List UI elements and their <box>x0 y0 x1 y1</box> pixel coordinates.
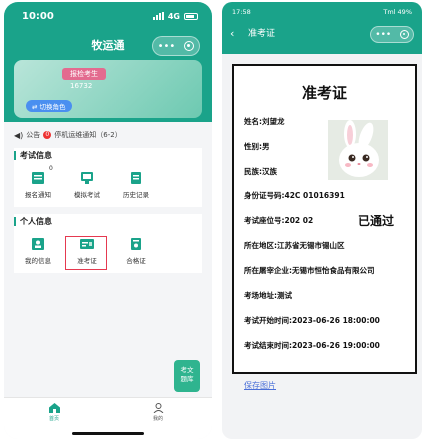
tab-mine[interactable]: 我的 <box>138 403 178 422</box>
admission-ticket-screen: 17:58 Tml 49% ‹ 准考证 ••• 准考证 姓名:刘望龙 性别:男 <box>222 2 422 439</box>
speaker-icon: ◀) <box>14 130 24 140</box>
checklist-icon <box>32 172 44 184</box>
miniapp-capsule[interactable]: ••• <box>370 26 414 43</box>
status-time: 10:00 <box>22 10 54 22</box>
home-screen: 10:00 4G 牧运通 ••• 报检考生 16732 ⇄ 切换角色 ◀) 公告… <box>4 2 212 439</box>
save-image-link[interactable]: 保存图片 <box>244 380 276 391</box>
personal-section-title: 个人信息 <box>14 214 202 229</box>
home-icon <box>48 403 60 413</box>
tab-home[interactable]: 首页 <box>34 403 74 422</box>
field-seat-number: 考试座位号:202 02 <box>244 216 314 225</box>
tab-bar: 首页 我的 <box>4 397 212 439</box>
user-id: 16732 <box>70 82 93 90</box>
signal-icon <box>152 12 164 20</box>
role-badge: 报检考生 <box>62 68 106 80</box>
field-ethnicity: 民族:汉族 <box>244 167 277 176</box>
notice-bar[interactable]: ◀) 公告 0 停机运维通知（6-2） <box>14 128 202 142</box>
question-bank-float-button[interactable]: 考文 题库 <box>174 360 200 392</box>
screenshot-canvas: 10:00 4G 牧运通 ••• 报检考生 16732 ⇄ 切换角色 ◀) 公告… <box>0 0 426 441</box>
notice-label: 公告 <box>26 131 41 139</box>
exam-badge: 0 <box>49 165 53 172</box>
status-bar: 10:00 4G <box>4 2 212 30</box>
app-header: 牧运通 ••• <box>4 36 212 56</box>
field-name: 姓名:刘望龙 <box>244 117 285 126</box>
exam-section-title: 考试信息 <box>14 148 202 163</box>
user-icon <box>153 403 163 414</box>
candidate-photo <box>328 120 388 180</box>
highlight-box <box>65 236 107 270</box>
status-time: 17:58 <box>232 8 251 16</box>
back-icon[interactable]: ‹ <box>230 26 234 42</box>
grid-item-history[interactable]: 历史记录 <box>116 172 156 199</box>
more-icon[interactable]: ••• <box>375 30 391 40</box>
rabbit-avatar-image <box>328 120 388 180</box>
status-bar: 17:58 Tml 49% <box>232 8 412 20</box>
miniapp-capsule[interactable]: ••• <box>152 36 200 56</box>
grid-item-register-notice[interactable]: 报名通知 <box>18 172 58 199</box>
notice-count-badge: 0 <box>43 131 52 139</box>
field-id-number: 身份证号码:42C 01016391 <box>244 191 345 200</box>
field-venue: 考场地址:测试 <box>244 291 292 300</box>
battery-icon <box>184 12 198 20</box>
personal-section-grid: 我的信息 准考证 合格证 <box>14 229 202 273</box>
field-gender: 性别:男 <box>244 142 270 151</box>
notice-text: 停机运维通知（6-2） <box>54 131 122 139</box>
field-company: 所在屠宰企业:无锡市恒怡食品有限公司 <box>244 266 375 275</box>
grid-item-mock-exam[interactable]: 模拟考试 <box>67 172 107 199</box>
admission-ticket-card: 准考证 姓名:刘望龙 性别:男 民族:汉族 身份证号码:42C 01016391… <box>232 64 417 374</box>
nav-bar: ‹ 准考证 ••• <box>222 24 422 46</box>
network-type: 4G <box>167 11 180 21</box>
close-miniapp-icon[interactable] <box>184 41 195 51</box>
certificate-icon <box>131 238 141 250</box>
field-start-time: 考试开始时间:2023-06-26 18:00:00 <box>244 316 380 325</box>
exam-section-grid: 0 报名通知 模拟考试 历史记录 <box>14 163 202 207</box>
page-title: 准考证 <box>248 29 276 39</box>
status-indicators: Tml 49% <box>383 8 412 16</box>
user-card: 报检考生 16732 ⇄ 切换角色 <box>14 60 202 118</box>
more-icon[interactable]: ••• <box>158 41 176 52</box>
pass-status: 已通过 <box>358 214 395 228</box>
monitor-icon <box>81 172 93 184</box>
field-end-time: 考试结束时间:2023-06-26 19:00:00 <box>244 341 380 350</box>
grid-item-my-info[interactable]: 我的信息 <box>18 238 58 265</box>
grid-item-certificate[interactable]: 合格证 <box>116 238 156 265</box>
document-icon <box>131 172 141 184</box>
ticket-title: 准考证 <box>301 84 347 102</box>
field-region: 所在地区:江苏省无锡市锡山区 <box>244 241 345 250</box>
close-miniapp-icon[interactable] <box>399 30 409 39</box>
profile-icon <box>32 238 44 250</box>
home-indicator <box>72 432 144 435</box>
switch-role-button[interactable]: ⇄ 切换角色 <box>26 100 72 112</box>
